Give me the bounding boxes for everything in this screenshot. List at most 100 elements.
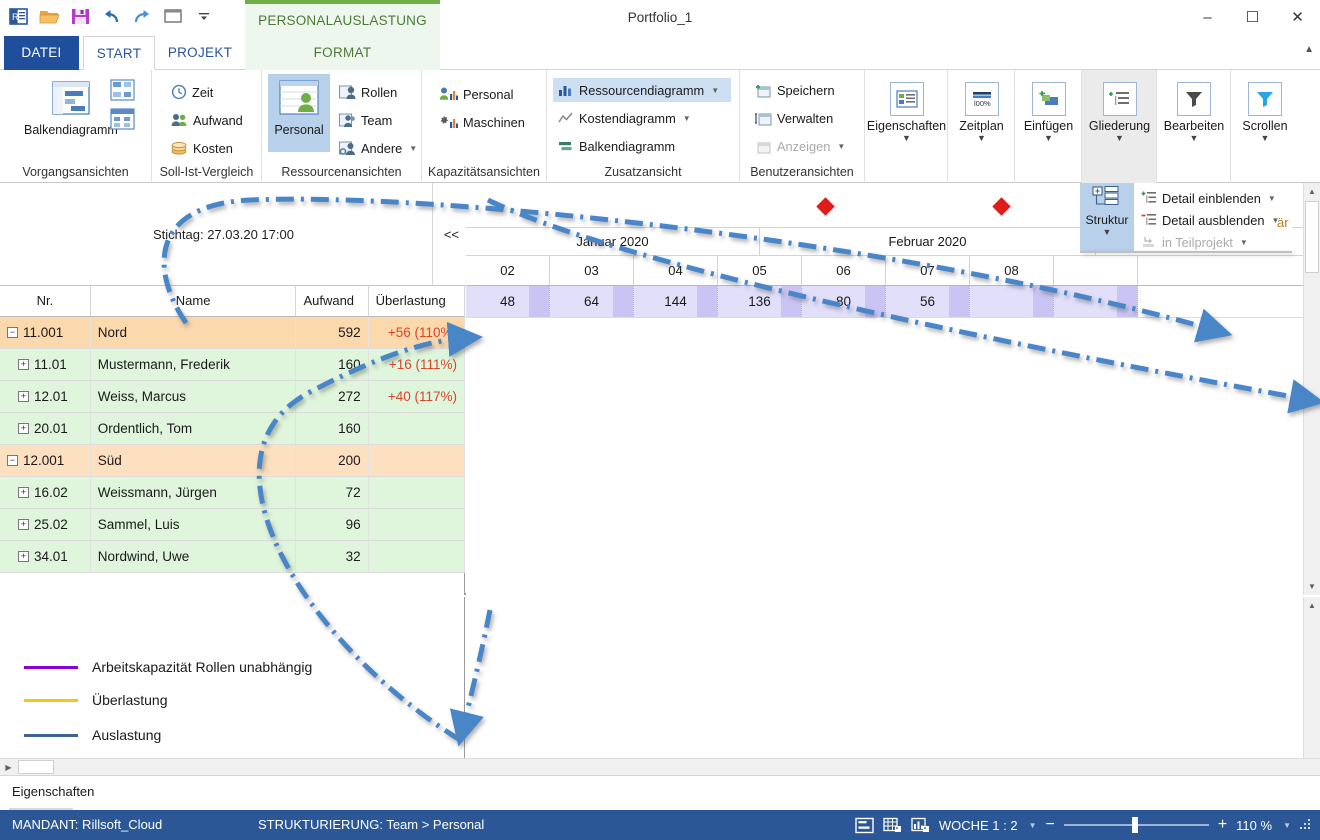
tab-format[interactable]: FORMAT	[245, 36, 440, 70]
chevron-down-icon[interactable]: ▼	[1115, 134, 1124, 143]
ressourcendiagramm-button[interactable]: Ressourcendiagramm ▼	[553, 78, 731, 102]
milestone-marker[interactable]	[816, 197, 835, 216]
scrollbar-thumb[interactable]	[1305, 201, 1319, 273]
milestone-marker[interactable]	[992, 197, 1011, 216]
table-row[interactable]: −11.001 Nord 592 +56 (110%)	[0, 316, 466, 349]
resize-grip-icon[interactable]	[1300, 819, 1312, 831]
row-expander[interactable]: +	[18, 551, 29, 563]
eigenschaften-button[interactable]: Eigenschaften ▼	[865, 78, 948, 144]
ribbon-collapse-icon[interactable]: ▲	[1304, 44, 1314, 55]
col-header-nr[interactable]: Nr.	[0, 286, 91, 317]
bearbeiten-button[interactable]: Bearbeiten ▼	[1157, 78, 1231, 144]
table-row[interactable]: +16.02 Weissmann, Jürgen 72	[0, 476, 466, 509]
struktur-dropdown-menu[interactable]	[1080, 251, 1292, 253]
scroll-up-icon[interactable]: ▲	[1304, 183, 1320, 200]
table-row[interactable]: +34.01 Nordwind, Uwe 32	[0, 540, 466, 573]
timeline-week-label[interactable]: 03	[550, 256, 634, 285]
chevron-down-icon[interactable]: ▼	[683, 114, 691, 123]
open-icon[interactable]	[37, 4, 61, 28]
network-diagram-icon[interactable]	[110, 79, 135, 101]
zeitplan-button[interactable]: l00% Zeitplan ▼	[948, 78, 1015, 144]
timeline-cell[interactable]: 136	[718, 286, 802, 317]
detail-einblenden-button[interactable]: Detail einblenden ▼	[1136, 186, 1281, 210]
tab-projekt[interactable]: PROJEKT	[160, 36, 240, 70]
personal-view-button[interactable]: Personal	[268, 74, 330, 152]
tab-datei[interactable]: DATEI	[4, 36, 79, 70]
chevron-down-icon[interactable]: ▼	[1029, 821, 1037, 830]
kosten-button[interactable]: Kosten	[166, 136, 238, 160]
scrollen-button[interactable]: Scrollen ▼	[1231, 78, 1299, 144]
timeline-cell[interactable]	[1054, 286, 1138, 317]
grid-vertical-scrollbar[interactable]: ▲ ▼	[1303, 183, 1320, 595]
timeline-week-label[interactable]: 05	[718, 256, 802, 285]
chevron-down-icon[interactable]: ▼	[902, 134, 911, 143]
struktur-button-inner[interactable]: Struktur ▼	[1080, 183, 1134, 251]
chevron-down-icon[interactable]: ▼	[1283, 821, 1291, 830]
kostendiagramm-button[interactable]: Kostendiagramm ▼	[553, 106, 696, 130]
tab-start[interactable]: START	[83, 36, 155, 70]
undo-icon[interactable]	[99, 4, 123, 28]
table-row[interactable]: +20.01 Ordentlich, Tom 160	[0, 412, 466, 445]
chevron-down-icon[interactable]: ▼	[1190, 134, 1199, 143]
scroll-right-icon[interactable]: ▶	[0, 759, 17, 776]
verwalten-button[interactable]: Verwalten	[750, 106, 838, 130]
zoom-slider[interactable]	[1063, 817, 1209, 833]
einfuegen-button[interactable]: Einfügen ▼	[1015, 78, 1082, 144]
table-view-icon[interactable]	[110, 108, 135, 130]
timeline-cell[interactable]: 64	[550, 286, 634, 317]
timeline-cell[interactable]: 48	[466, 286, 550, 317]
row-expander[interactable]: +	[18, 359, 29, 371]
scrollbar-thumb[interactable]	[18, 760, 54, 774]
zeit-button[interactable]: Zeit	[166, 80, 218, 104]
table-row[interactable]: +11.01 Mustermann, Frederik 160 +16 (111%)	[0, 348, 466, 381]
anzeigen-button[interactable]: Anzeigen ▼	[750, 134, 850, 158]
andere-button[interactable]: Andere ▼	[334, 136, 422, 160]
chevron-down-icon[interactable]: ▼	[1044, 134, 1053, 143]
status-scale-label[interactable]: WOCHE 1 : 2	[939, 818, 1018, 833]
close-button[interactable]: ✕	[1275, 0, 1320, 34]
chevron-down-icon[interactable]: ▼	[1240, 238, 1248, 247]
chart-view-icon[interactable]	[911, 817, 930, 834]
col-header-ueberlastung[interactable]: Überlastung	[368, 286, 466, 317]
row-expander[interactable]: +	[18, 423, 29, 435]
chevron-down-icon[interactable]: ▼	[977, 134, 986, 143]
grid-view-icon[interactable]	[883, 817, 902, 834]
quick-access-toolbar[interactable]: R	[6, 4, 216, 28]
row-expander[interactable]: +	[18, 519, 29, 531]
team-button[interactable]: Team	[334, 108, 397, 132]
row-expander[interactable]: −	[7, 327, 18, 339]
scroll-up-icon[interactable]: ▲	[1304, 597, 1320, 614]
timeline-cell[interactable]	[970, 286, 1054, 317]
save-icon[interactable]	[68, 4, 92, 28]
chevron-down-icon[interactable]: ▼	[1103, 228, 1112, 237]
table-row[interactable]: +12.01 Weiss, Marcus 272 +40 (117%)	[0, 380, 466, 413]
redo-icon[interactable]	[130, 4, 154, 28]
minimize-button[interactable]: –	[1185, 0, 1230, 34]
chevron-down-icon[interactable]: ▼	[1261, 134, 1270, 143]
timeline-week-label[interactable]: 07	[886, 256, 970, 285]
balkendiagramm-button[interactable]: Balkendiagramm	[18, 76, 124, 139]
row-expander[interactable]: −	[7, 455, 18, 467]
timeline-week-label[interactable]: 04	[634, 256, 718, 285]
chart-vertical-scrollbar[interactable]: ▲ ▼	[1303, 597, 1320, 775]
timeline-week-label[interactable]: 02	[466, 256, 550, 285]
qat-more-icon[interactable]	[192, 4, 216, 28]
collapse-columns-button[interactable]: <<	[444, 227, 459, 242]
row-expander[interactable]: +	[18, 391, 29, 403]
timeline-week-label[interactable]: 06	[802, 256, 886, 285]
balkendiagramm-zusatz-button[interactable]: Balkendiagramm	[553, 134, 680, 158]
timeline-cell[interactable]: 144	[634, 286, 718, 317]
table-row[interactable]: +25.02 Sammel, Luis 96	[0, 508, 466, 541]
chevron-down-icon[interactable]: ▼	[837, 142, 845, 151]
maximize-button[interactable]: ☐	[1230, 0, 1275, 34]
detail-ausblenden-button[interactable]: Detail ausblenden ▼	[1136, 208, 1284, 232]
scroll-down-icon[interactable]: ▼	[1304, 578, 1320, 595]
gliederung-button[interactable]: Gliederung ▼	[1082, 78, 1157, 144]
maschinen-button[interactable]: Maschinen	[434, 110, 530, 134]
app-icon[interactable]: R	[6, 4, 30, 28]
timeline-week-label[interactable]	[1054, 256, 1138, 285]
row-expander[interactable]: +	[18, 487, 29, 499]
chevron-down-icon[interactable]: ▼	[409, 144, 417, 153]
properties-tab[interactable]: Eigenschaften	[12, 784, 94, 799]
struktur-button[interactable]: Struktur ▼ Detail einblenden ▼ Detail au…	[1080, 183, 1292, 251]
